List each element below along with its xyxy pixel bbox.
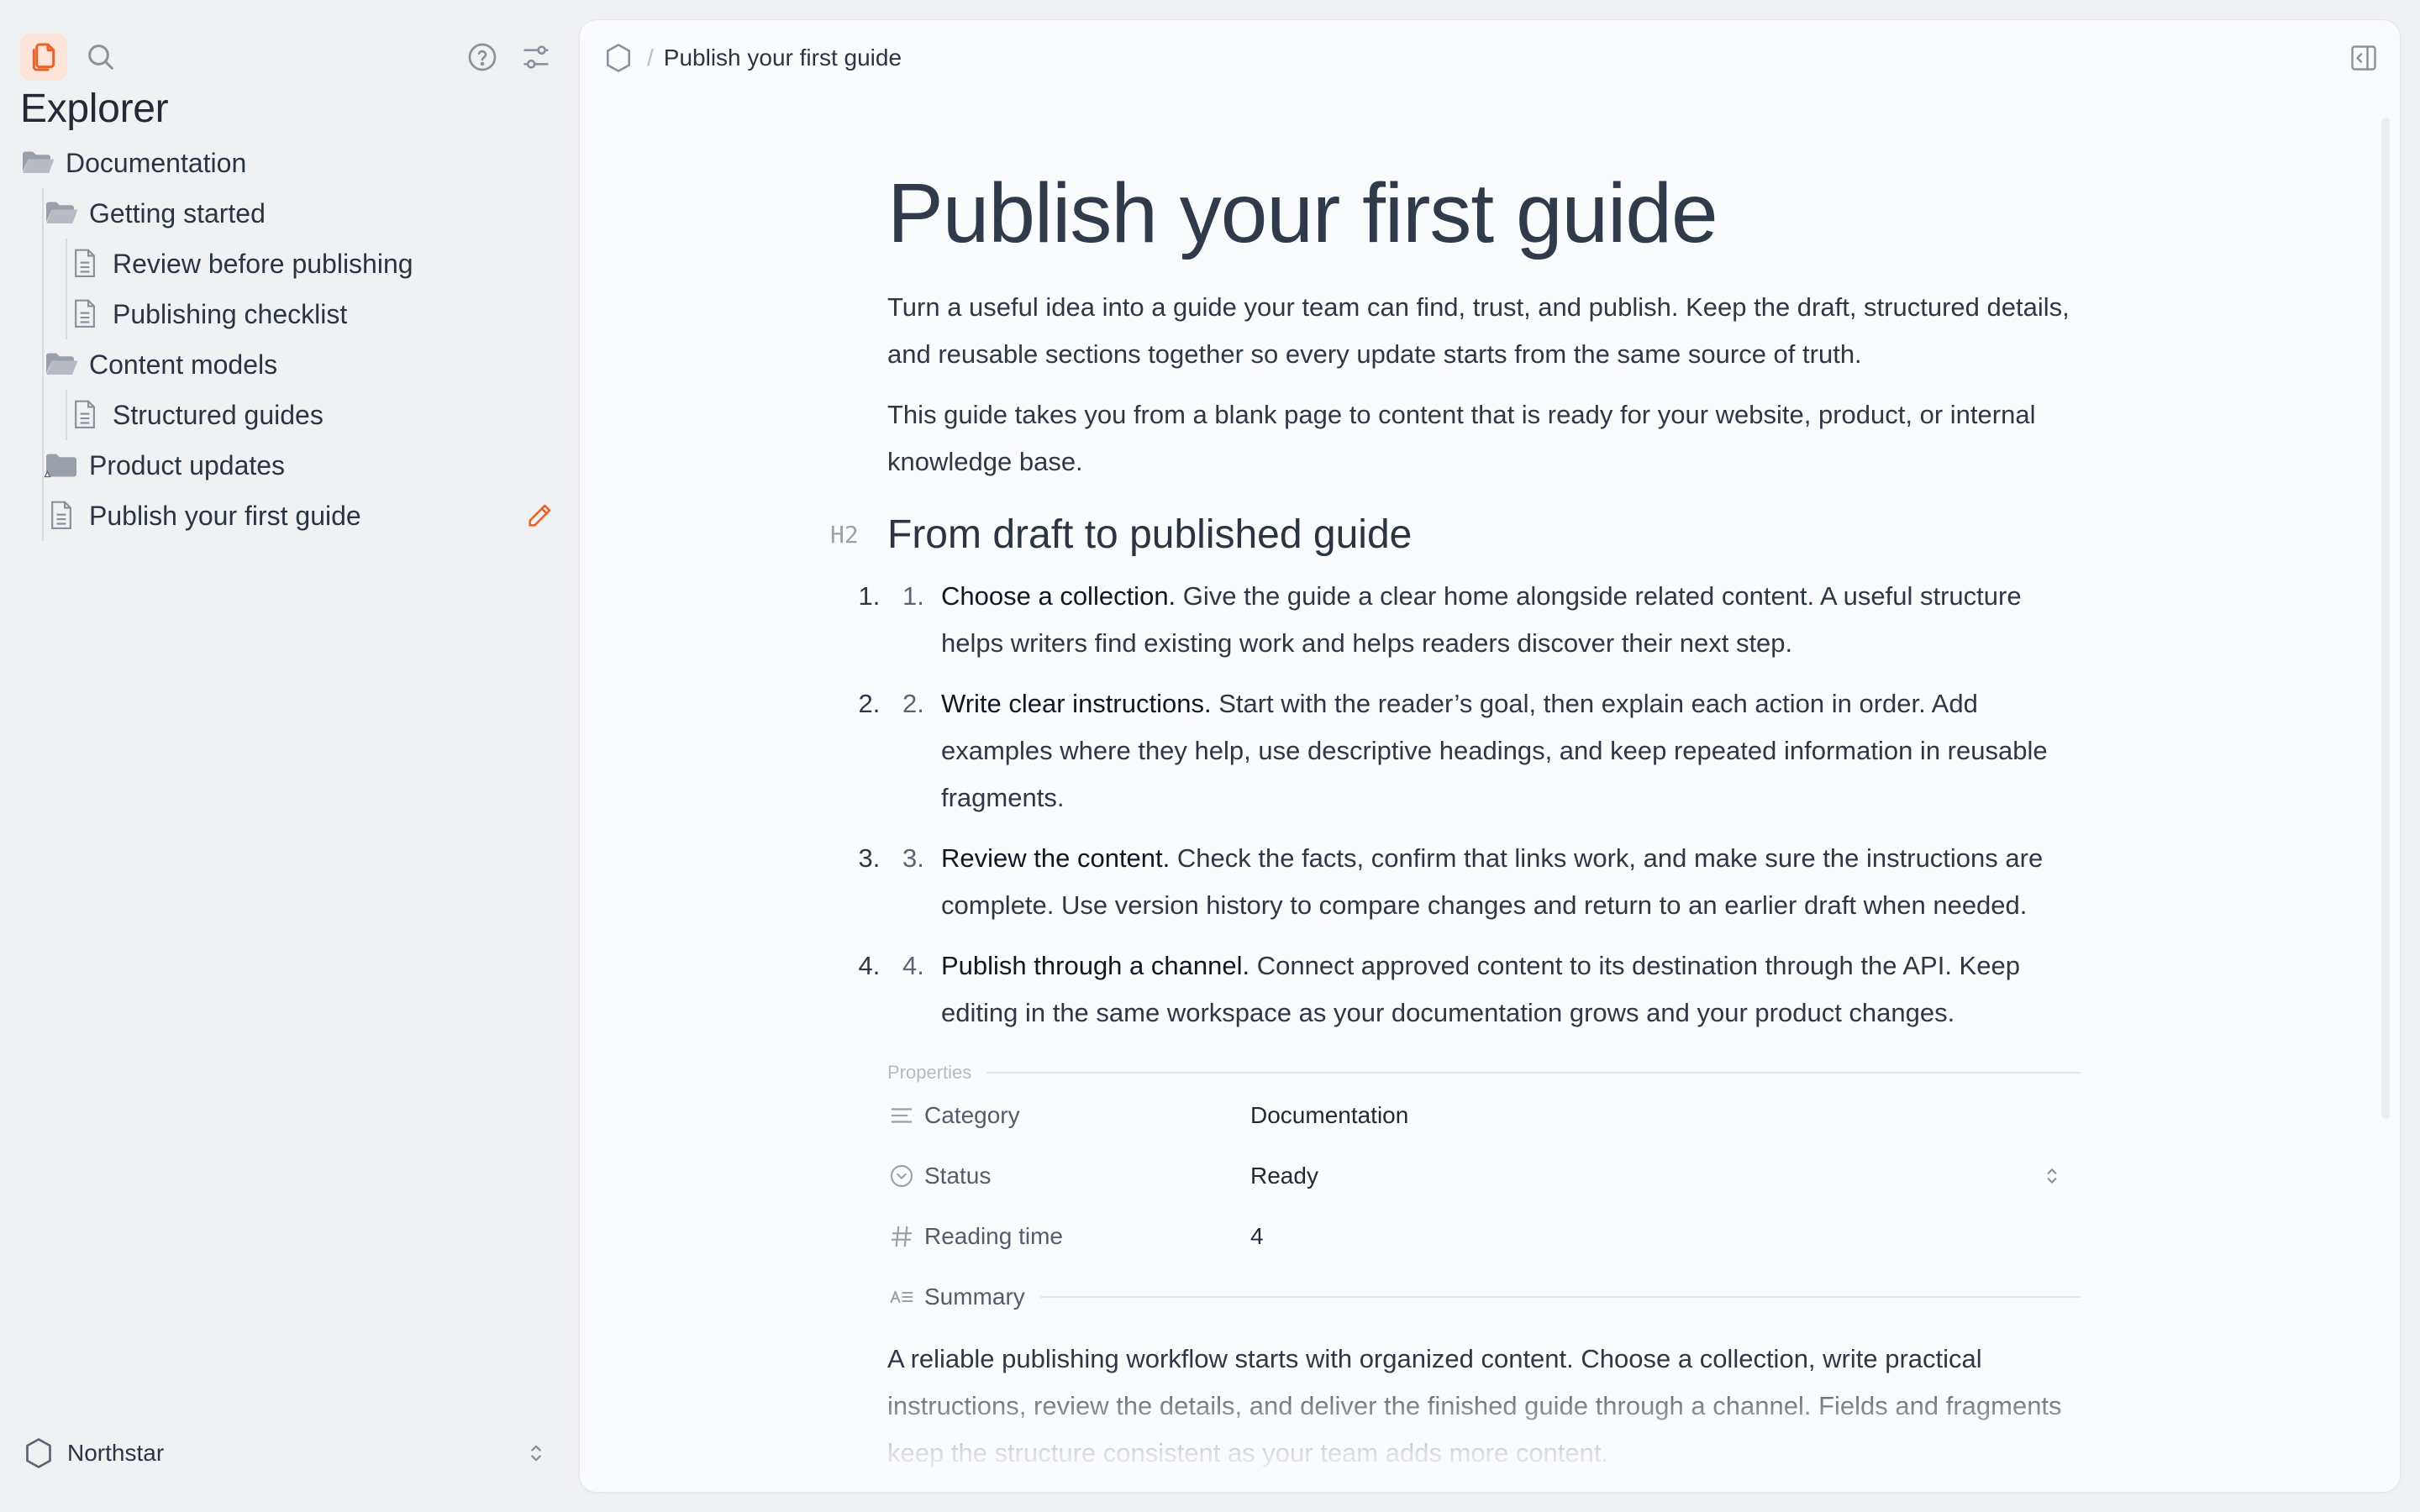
step-lead: Review the content. [941,843,1171,873]
property-status[interactable]: Status Ready [887,1146,2081,1206]
breadcrumb: / Publish your first guide [580,20,2400,96]
explorer-button[interactable] [20,34,67,81]
breadcrumb-current[interactable]: Publish your first guide [664,45,902,71]
property-category[interactable]: Category Documentation [887,1085,2081,1146]
document: Publish your first guide Turn a useful i… [830,155,2081,1477]
property-key: Reading time [924,1223,1063,1249]
properties-header: Properties [887,1060,2081,1085]
settings-button[interactable] [513,34,560,81]
explorer-title: Explorer [20,87,169,131]
folder-open-icon [44,348,81,381]
chevron-up-down-icon[interactable] [2037,1161,2067,1191]
file-tree: Documentation Getting started Review bef… [20,138,558,541]
editor-panel: / Publish your first guide Publish your … [580,20,2400,1492]
text-size-icon [887,1283,916,1311]
file-icon [67,297,104,331]
page-title[interactable]: Publish your first guide [887,155,2081,272]
list-number: 4. [902,951,924,980]
folder-open-icon [44,197,81,230]
property-key: Category [924,1102,1020,1128]
search-icon [88,45,113,70]
heading-level-marker: H2 [830,521,859,549]
property-reading-time[interactable]: Reading time 4 [887,1206,2081,1267]
tree-item-documentation[interactable]: Documentation [20,138,558,188]
toggle-side-panel-button[interactable] [2346,40,2381,76]
list-number: 3. [902,843,924,873]
scrollbar[interactable] [2381,118,2390,1119]
tree-item-publishing-checklist[interactable]: Publishing checklist [20,289,558,339]
workspace-name: Northstar [67,1440,165,1466]
status-select-value[interactable]: Ready [1250,1163,1318,1189]
pencil-icon[interactable] [523,499,556,533]
section-heading-text[interactable]: From draft to published guide [887,504,2081,566]
property-key: Status [924,1163,992,1189]
hexagon-icon [24,1435,57,1472]
list-item[interactable]: 2. Write clear instructions. Start with … [887,680,2081,822]
intro-paragraph[interactable]: Turn a useful idea into a guide your tea… [887,284,2072,378]
file-icon [44,499,81,533]
sliders-icon [523,45,549,69]
file-icon [67,398,104,432]
file-icon [67,247,104,281]
tree-item-structured-guides[interactable]: Structured guides [20,390,558,440]
list-item[interactable]: 3. Review the content. Check the facts, … [887,835,2081,929]
section-heading: H2 From draft to published guide [830,504,2081,566]
tree-item-getting-started[interactable]: Getting started [20,188,558,239]
app-window: Explorer Documentation Getting started R… [0,0,2420,1512]
step-lead: Write clear instructions. [941,689,1212,718]
intro-paragraph[interactable]: This guide takes you from a blank page t… [887,391,2072,486]
tree-item-content-models[interactable]: Content models [20,339,558,390]
help-circle-icon [468,43,497,71]
folder-closed-icon [44,449,81,482]
property-key: Summary [924,1284,1025,1310]
summary-text[interactable]: A reliable publishing workflow starts wi… [887,1336,2072,1477]
help-button[interactable] [459,34,506,81]
sidebar-collapse-icon [2351,45,2376,71]
breadcrumb-separator: / [647,45,654,71]
property-value[interactable]: Documentation [1250,1102,1408,1129]
list-number: 2. [902,689,924,718]
list-number: 1. [902,581,924,611]
properties-label: Properties [887,1062,972,1083]
folder-open-icon [20,146,57,180]
tree-item-review-before-publishing[interactable]: Review before publishing [20,239,558,289]
list-item[interactable]: 4. Publish through a channel. Connect ap… [887,942,2081,1037]
divider [986,1072,2081,1074]
hexagon-icon[interactable] [602,41,635,75]
sidebar: Explorer Documentation Getting started R… [0,0,580,1512]
property-value[interactable]: 4 [1250,1223,1264,1250]
hash-icon [887,1222,916,1251]
divider [1039,1296,2081,1298]
workspace-switcher[interactable]: Northstar [24,1428,553,1478]
property-summary: Summary [887,1267,2081,1327]
files-icon [32,43,55,71]
sidebar-toolbar [20,34,560,81]
step-lead: Publish through a channel. [941,951,1250,980]
chevron-up-down-icon [519,1436,553,1470]
steps-list: 1. Choose a collection. Give the guide a… [887,573,2081,1037]
tree-item-product-updates[interactable]: Product updates [20,440,558,491]
step-lead: Choose a collection. [941,581,1176,611]
tree-item-publish-your-first-guide[interactable]: Publish your first guide [20,491,558,541]
properties-section: Properties Category Documentation Status [887,1060,2081,1477]
text-lines-icon [887,1101,916,1130]
list-item[interactable]: 1. Choose a collection. Give the guide a… [887,573,2081,667]
search-button[interactable] [77,34,124,81]
chevron-circle-icon [887,1162,916,1190]
